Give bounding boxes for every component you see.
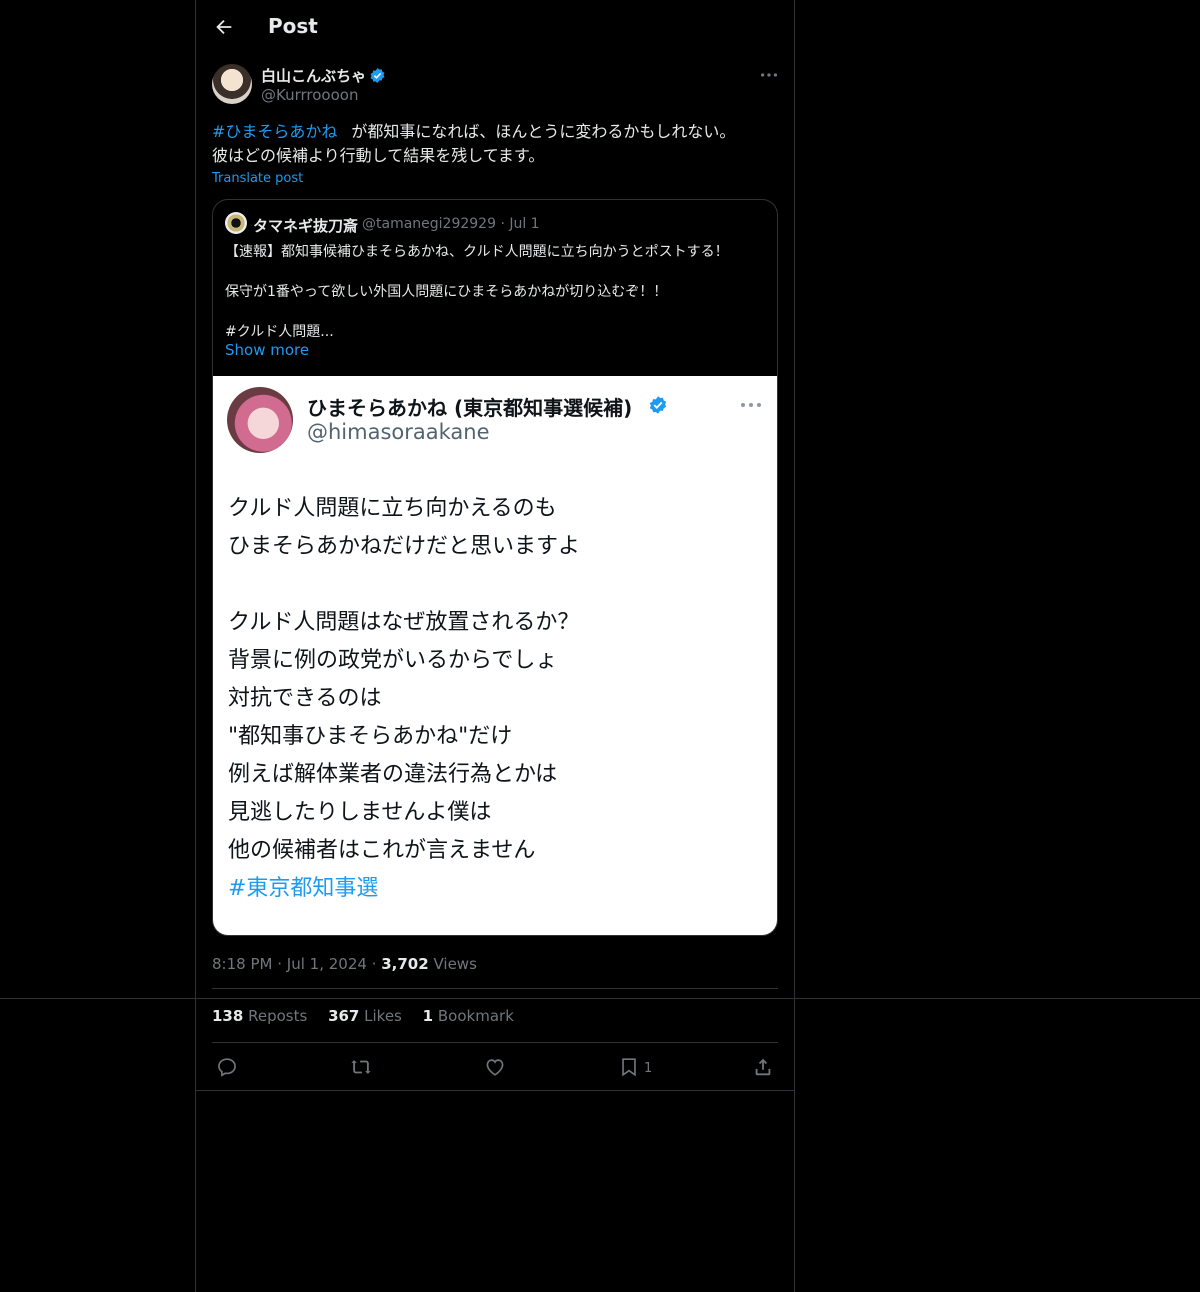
quote-text-line3: #クルド人問題...	[225, 324, 334, 340]
post-meta: 8:18 PM · Jul 1, 2024 · 3,702 Views	[212, 955, 477, 973]
screenshot-text-line: 対抗できるのは	[228, 686, 382, 711]
arrow-left-icon[interactable]	[213, 16, 235, 38]
avatar[interactable]	[212, 64, 252, 104]
reposts-label: Reposts	[248, 1007, 308, 1025]
hashtag-link[interactable]: #ひまそらあかね	[212, 122, 337, 141]
views-label: Views	[433, 955, 477, 973]
reply-icon[interactable]	[216, 1056, 238, 1078]
author-name[interactable]: 白山こんぶちゃ	[261, 65, 366, 86]
screenshot-text-line: クルド人問題はなぜ放置されるか？	[228, 610, 580, 635]
meta-separator: ·	[277, 955, 287, 973]
post-date[interactable]: Jul 1, 2024	[287, 955, 367, 973]
divider	[212, 1042, 778, 1043]
screenshot-text-line: "都知事ひまそらあかね"だけ	[228, 724, 513, 749]
main-column: Post 白山こんぶちゃ @Kurrroooon #ひまそらあかね が都知事になれ…	[195, 0, 795, 1292]
page-title: Post	[268, 14, 318, 38]
post-time[interactable]: 8:18 PM	[212, 955, 272, 973]
author-handle[interactable]: @Kurrroooon	[261, 86, 358, 104]
header: Post	[196, 0, 794, 54]
quoted-post[interactable]: タマネギ抜刀斎 @tamanegi292929 · Jul 1 【速報】都知事候…	[212, 199, 778, 936]
share-icon[interactable]	[752, 1056, 774, 1078]
screenshot-verified-badge-icon	[648, 395, 668, 415]
post-text-line1: が都知事になれば、ほんとうに変わるかもしれない。	[351, 122, 736, 141]
like-icon[interactable]	[484, 1056, 506, 1078]
bookmarks-count: 1	[422, 1007, 434, 1025]
screenshot-hashtag: #東京都知事選	[228, 876, 379, 901]
post-stats: 138 Reposts 367 Likes 1 Bookmark	[212, 1007, 530, 1025]
reposts-stat[interactable]: 138 Reposts	[212, 1007, 307, 1025]
likes-count: 367	[328, 1007, 360, 1025]
screenshot-text-line: 背景に例の政党がいるからでしょ	[228, 648, 558, 673]
likes-label: Likes	[364, 1007, 402, 1025]
quote-text-line2: 保守が1番やって欲しい外国人問題にひまそらあかねが切り込むぞ！！	[225, 284, 668, 300]
bookmark-count: 1	[644, 1061, 653, 1076]
bookmarks-label: Bookmark	[437, 1007, 514, 1025]
quote-avatar	[225, 212, 247, 234]
divider	[212, 988, 778, 989]
quote-author-name: タマネギ抜刀斎	[253, 217, 359, 235]
screenshot-text-line: ひまそらあかねだけだと思いますよ	[228, 534, 581, 559]
page-divider	[0, 998, 1200, 999]
bookmarks-stat[interactable]: 1 Bookmark	[423, 1007, 514, 1025]
reposts-count: 138	[212, 1007, 244, 1025]
post-text-line2: 彼はどの候補より行動して結果を残してます。	[212, 146, 545, 165]
screenshot-handle: @himasoraakane	[307, 420, 490, 444]
screenshot-text-line: 見逃したりしませんよ僕は	[228, 800, 492, 825]
views-count: 3,702	[381, 955, 429, 973]
quote-image[interactable]: ひまそらあかね (東京都知事選候補) @himasoraakane クルド人問題…	[213, 376, 777, 935]
bookmark-icon[interactable]	[618, 1056, 640, 1078]
show-more-link[interactable]: Show more	[225, 341, 309, 359]
screenshot-text-line: クルド人問題に立ち向かえるのも	[228, 496, 557, 521]
meta-separator: ·	[371, 955, 382, 973]
post-text: #ひまそらあかね が都知事になれば、ほんとうに変わるかもしれない。 彼はどの候補よ…	[212, 120, 778, 168]
repost-icon[interactable]	[350, 1056, 372, 1078]
screenshot-avatar	[227, 387, 293, 453]
more-icon[interactable]	[758, 64, 780, 86]
quote-text-line1: 【速報】都知事候補ひまそらあかね、クルド人問題に立ち向かうとポストする！	[225, 244, 729, 260]
screenshot-text-line: 例えば解体業者の違法行為とかは	[228, 762, 558, 787]
screenshot-author-name: ひまそらあかね (東京都知事選候補)	[307, 396, 633, 420]
verified-badge-icon[interactable]	[369, 67, 386, 84]
screenshot-more-icon	[739, 394, 763, 416]
screenshot-text-line: 他の候補者はこれが言えません	[228, 838, 536, 863]
likes-stat[interactable]: 367 Likes	[328, 1007, 402, 1025]
quote-handle-date: @tamanegi292929 · Jul 1	[362, 216, 540, 232]
translate-post-link[interactable]: Translate post	[212, 171, 303, 186]
divider	[196, 1090, 794, 1091]
